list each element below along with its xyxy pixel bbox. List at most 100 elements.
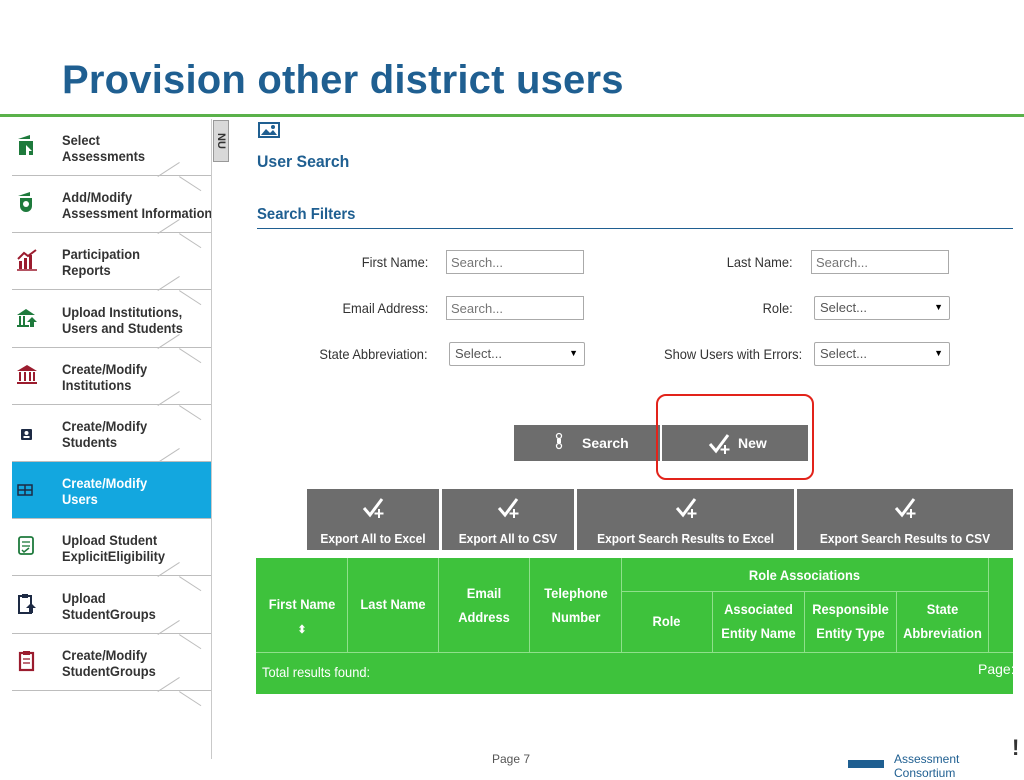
show-errors-select[interactable]: Select... ▼: [814, 342, 950, 366]
col-group-role-associations: Role Associations: [748, 567, 861, 583]
sidebar-item-create-modify-institutions[interactable]: Create/Modify Institutions: [12, 348, 212, 420]
sidebar-item-select-assessments[interactable]: Select Assessments: [12, 119, 212, 192]
col-header-email[interactable]: Email Address: [444, 581, 525, 629]
sort-icon[interactable]: ⬍: [298, 624, 306, 636]
filters-divider: [257, 228, 1013, 229]
sidebar-item-label: Create/Modify Users: [62, 475, 148, 508]
first-name-input[interactable]: [446, 250, 584, 274]
export-all-excel-button[interactable]: Export All to Excel: [307, 489, 439, 550]
table-divider: [347, 558, 348, 652]
export-button-label: Export All to Excel: [320, 531, 426, 546]
show-errors-label: Show Users with Errors:: [663, 346, 802, 362]
state-abbreviation-select[interactable]: Select... ▼: [449, 342, 585, 366]
sidebar-item-upload-student-expliciteligibility[interactable]: Upload Student ExplicitEligibility: [12, 519, 212, 592]
sidebar-item-upload-studentgroups[interactable]: Upload StudentGroups: [12, 577, 212, 649]
check-plus-icon: [675, 498, 696, 518]
col-header-role[interactable]: Role: [625, 609, 709, 633]
footer-mark: !: [1012, 735, 1020, 760]
sidebar-item-label: Participation Reports: [62, 246, 141, 279]
footer-org-name: Assessment Consortium: [894, 752, 960, 780]
sidebar-item-label: Add/Modify Assessment Information: [62, 189, 213, 222]
export-results-csv-button[interactable]: Export Search Results to CSV: [797, 489, 1013, 550]
sidebar-notch: [157, 219, 180, 235]
check-plus-icon: [362, 498, 384, 518]
last-name-input[interactable]: [811, 250, 949, 274]
email-label: Email Address:: [342, 300, 428, 316]
sidebar-item-label: Select Assessments: [62, 132, 146, 164]
sidebar-notch: [157, 448, 180, 463]
sidebar-notch: [157, 162, 180, 177]
role-select-value: Select...: [820, 300, 867, 315]
student-icon: [16, 419, 38, 443]
pagination-label[interactable]: Page:: [978, 661, 1015, 677]
col-header-first-name[interactable]: First Name ⬍: [265, 592, 339, 642]
table-divider: [712, 591, 713, 652]
email-input[interactable]: [446, 296, 584, 320]
footer-logo-bar: [848, 760, 884, 768]
sidebar-item-label: Create/Modify Students: [62, 418, 148, 450]
sidebar-notch: [157, 276, 180, 292]
role-select[interactable]: Select... ▼: [814, 296, 950, 320]
col-header-responsible-entity[interactable]: Responsible Entity Type: [809, 597, 893, 645]
sidebar-notch: [157, 619, 180, 635]
collapse-sidebar-tab[interactable]: NU: [213, 120, 229, 162]
first-name-label: First Name:: [361, 254, 428, 270]
col-header-state-abbreviation[interactable]: State Abbreviation: [901, 597, 985, 645]
sidebar-divider: [211, 119, 212, 759]
chart-report-icon: [16, 247, 38, 272]
callout-highlight: [656, 394, 814, 480]
state-abbreviation-label: State Abbreviation:: [319, 346, 428, 362]
sidebar-item-label: Upload Student ExplicitEligibility: [62, 532, 166, 565]
page-number: Page 7: [492, 752, 531, 766]
user-search-heading: User Search: [257, 152, 350, 171]
search-filters-heading: Search Filters: [257, 206, 356, 223]
sidebar-item-create-modify-students[interactable]: Create/Modify Students: [12, 405, 212, 478]
sidebar-notch: [157, 562, 180, 578]
table-divider: [896, 591, 897, 652]
col-header-associated-entity[interactable]: Associated Entity Name: [717, 597, 801, 645]
export-all-csv-button[interactable]: Export All to CSV: [442, 489, 574, 550]
clipboard-upload-icon: [16, 591, 38, 615]
table-divider: [529, 558, 530, 652]
first-name-header-label: First Name: [268, 596, 336, 612]
binoculars-icon: [555, 432, 563, 450]
clipboard-icon: [16, 648, 38, 672]
dropdown-arrow-icon: ▼: [934, 302, 943, 312]
table-divider: [621, 591, 988, 592]
users-icon: [16, 476, 38, 500]
slide-title: Provision other district users: [62, 58, 624, 102]
table-divider: [256, 652, 1013, 653]
sidebar-item-create-modify-users[interactable]: Create/Modify Users: [12, 462, 212, 520]
search-button-label: Search: [582, 435, 629, 451]
assessment-upload-icon: [16, 133, 38, 157]
export-button-label: Export All to CSV: [458, 531, 558, 546]
export-button-label: Export Search Results to CSV: [819, 531, 991, 546]
table-divider: [438, 558, 439, 652]
sidebar-item-upload-institutions-users-and-students[interactable]: Upload Institutions, Users and Students: [12, 291, 212, 363]
table-divider: [621, 558, 622, 652]
upload-institution-icon: [16, 305, 38, 329]
table-divider: [804, 591, 805, 652]
sidebar-notch: [157, 333, 180, 349]
errors-select-value: Select...: [820, 346, 867, 361]
title-divider: [0, 114, 1024, 117]
export-button-label: Export Search Results to Excel: [597, 531, 774, 546]
sidebar-item-add-modify-assessment-information[interactable]: Add/Modify Assessment Information: [12, 176, 212, 249]
search-button[interactable]: Search: [514, 425, 660, 461]
assessment-shield-icon: [16, 190, 38, 214]
export-results-excel-button[interactable]: Export Search Results to Excel: [577, 489, 794, 550]
state-select-value: Select...: [455, 346, 502, 361]
sidebar-item-participation-reports[interactable]: Participation Reports: [12, 233, 212, 306]
col-header-telephone[interactable]: Telephone Number: [535, 581, 618, 629]
col-header-last-name[interactable]: Last Name: [355, 592, 430, 616]
sidebar-item-label: Upload Institutions, Users and Students: [62, 303, 183, 336]
sidebar-item-create-modify-studentgroups[interactable]: Create/Modify StudentGroups: [12, 634, 212, 706]
sidebar-nav: Select Assessments Add/Modify Assessment …: [12, 119, 212, 759]
check-plus-icon: [497, 498, 519, 518]
check-plus-icon: [894, 498, 916, 518]
sidebar-notch: [157, 390, 180, 406]
total-results-label: Total results found:: [262, 664, 371, 680]
sidebar-item-label: Create/Modify Institutions: [62, 360, 148, 393]
dropdown-arrow-icon: ▼: [934, 348, 943, 358]
sidebar-notch: [179, 690, 202, 706]
